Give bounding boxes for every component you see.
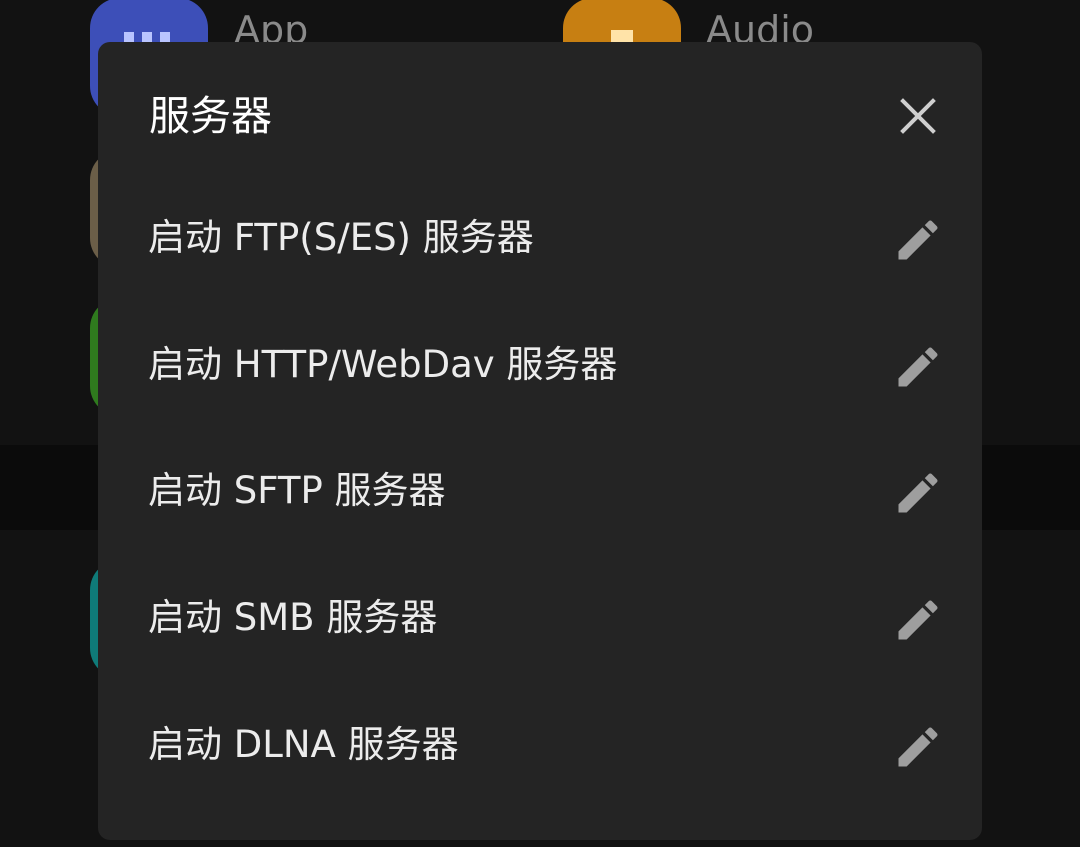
edit-pencil-icon: [898, 347, 938, 387]
start-http-webdav-server-item[interactable]: 启动 HTTP/WebDav 服务器: [98, 303, 982, 429]
start-dlna-server-item[interactable]: 启动 DLNA 服务器: [98, 683, 982, 809]
start-ftp-server-item[interactable]: 启动 FTP(S/ES) 服务器: [98, 176, 982, 302]
start-sftp-server-item[interactable]: 启动 SFTP 服务器: [98, 429, 982, 555]
edit-pencil-icon: [898, 600, 938, 640]
close-icon: [900, 98, 936, 134]
edit-sftp-button[interactable]: [888, 463, 948, 523]
edit-pencil-icon: [898, 473, 938, 513]
start-smb-server-item[interactable]: 启动 SMB 服务器: [98, 556, 982, 682]
edit-dlna-button[interactable]: [888, 717, 948, 777]
dialog-title: 服务器: [149, 92, 272, 140]
close-button[interactable]: [888, 86, 948, 146]
edit-pencil-icon: [898, 727, 938, 767]
menu-item-label: 启动 FTP(S/ES) 服务器: [148, 216, 534, 259]
menu-item-label: 启动 HTTP/WebDav 服务器: [148, 343, 618, 386]
server-dialog: 服务器 启动 FTP(S/ES) 服务器 启动 HTTP/WebDav 服务器 …: [98, 42, 982, 840]
menu-item-label: 启动 SFTP 服务器: [148, 469, 446, 512]
edit-ftp-button[interactable]: [888, 210, 948, 270]
menu-item-label: 启动 SMB 服务器: [148, 596, 438, 639]
edit-pencil-icon: [898, 220, 938, 260]
edit-smb-button[interactable]: [888, 590, 948, 650]
menu-item-label: 启动 DLNA 服务器: [148, 723, 459, 766]
edit-http-button[interactable]: [888, 337, 948, 397]
grid-icon: [124, 32, 174, 42]
